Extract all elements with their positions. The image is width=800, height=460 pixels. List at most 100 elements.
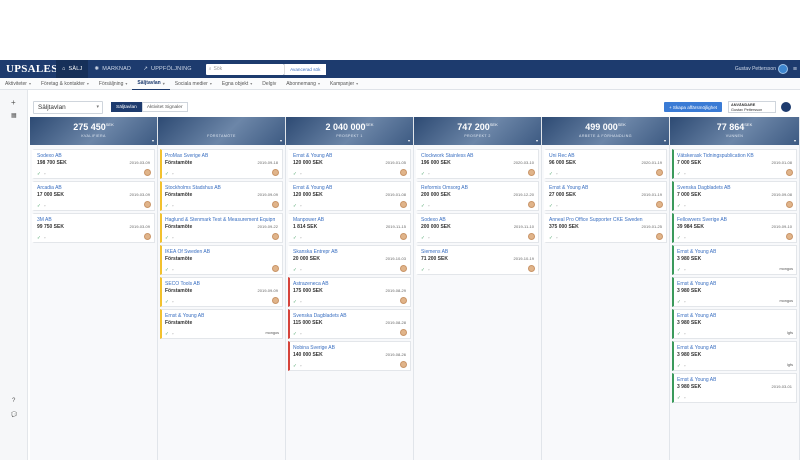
opportunity-card[interactable]: Vätskerask Tidningspublication KB 7 000 S… — [672, 149, 797, 179]
owner-avatar[interactable] — [144, 169, 151, 176]
check-icon[interactable]: ✓ — [37, 203, 42, 208]
check-icon[interactable]: ✓ — [165, 203, 170, 208]
subnav-item-5[interactable]: Egna objekt ▾ — [217, 78, 257, 90]
card-account-name[interactable]: Ernst & Young AB — [549, 185, 588, 191]
calendar-icon[interactable]: ▫ — [556, 171, 559, 176]
calendar-icon[interactable]: ▫ — [300, 235, 303, 240]
calendar-icon[interactable]: ▫ — [300, 267, 303, 272]
check-icon[interactable]: ✓ — [37, 171, 42, 176]
column-header[interactable]: 77 864SEK VUNNEN ▾ — [670, 117, 799, 145]
opportunity-card[interactable]: Stockholms Stadshus AB Förstamöte 2019-09-… — [160, 181, 283, 211]
card-account-name[interactable]: Siemens AB — [421, 249, 448, 255]
opportunity-card[interactable]: Astrazeneca AB 175 000 SEK 2019-08-29 ✓ ▫ — [288, 277, 411, 307]
calendar-icon[interactable]: ▫ — [300, 299, 303, 304]
calendar-icon[interactable]: ▫ — [428, 235, 431, 240]
opportunity-card[interactable]: Ernst & Young AB 120 000 SEK 2019-01-05 ✓ ▫ — [288, 149, 411, 179]
owner-select[interactable]: ANVÄNDARE Gustav Pettersson — [728, 101, 776, 113]
opportunity-card[interactable]: SECO Tools AB Förstamöte 2019-09-09 ✓ ▫ — [160, 277, 283, 307]
card-account-name[interactable]: ProMax Sverige AB — [165, 153, 208, 159]
card-account-name[interactable]: Clockwork Stainless AB — [421, 153, 474, 159]
opportunity-card[interactable]: Manpower AB 1 814 SEK 2019-11-15 ✓ ▫ — [288, 213, 411, 243]
check-icon[interactable]: ✓ — [677, 203, 682, 208]
calendar-icon[interactable]: ▫ — [172, 171, 175, 176]
card-account-name[interactable]: Ernst & Young AB — [165, 313, 204, 319]
owner-avatar[interactable] — [786, 201, 793, 208]
owner-avatar[interactable] — [272, 233, 279, 240]
subnav-item-0[interactable]: Aktiviteter ▾ — [0, 78, 36, 90]
column-header[interactable]: 499 000SEK ARBETE & FÖRHANDLING ▾ — [542, 117, 669, 145]
card-account-name[interactable]: Anneal Pro Office Supporter CKE Sweden — [549, 217, 643, 223]
owner-avatar[interactable] — [272, 265, 279, 272]
view-select[interactable]: Säljtavlan ▾ — [33, 100, 103, 114]
card-account-name[interactable]: IKEA Of Sweden AB — [165, 249, 210, 255]
owner-avatar[interactable] — [400, 265, 407, 272]
check-icon[interactable]: ✓ — [421, 235, 426, 240]
owner-avatar[interactable] — [272, 201, 279, 208]
opportunity-card[interactable]: Uni Rec AB 96 000 SEK 2020-01-19 ✓ ▫ — [544, 149, 667, 179]
search-input[interactable]: ⌕ Sök — [205, 63, 284, 75]
calendar-icon[interactable]: ▫ — [300, 171, 303, 176]
nav-tab-2[interactable]: ↗ UPPFÖLJNING — [137, 60, 198, 78]
opportunity-card[interactable]: Ernst & Young AB 3 980 SEK ✓ ▫ mongos — [672, 277, 797, 307]
calendar-icon[interactable]: ▫ — [684, 171, 687, 176]
subnav-item-2[interactable]: Försäljning ▾ — [94, 78, 132, 90]
opportunity-card[interactable]: Ernst & Young AB Förstamöte ✓ ▫ mongos — [160, 309, 283, 339]
view-tab-0[interactable]: Säljtavlan — [111, 102, 142, 112]
check-icon[interactable]: ✓ — [677, 331, 682, 336]
card-account-name[interactable]: Fellowvers Sverige AB — [677, 217, 727, 223]
check-icon[interactable]: ✓ — [293, 267, 298, 272]
sort-arrow-icon[interactable]: ▾ — [794, 138, 796, 143]
column-header[interactable]: 275 450SEK KVALIFIERA ▾ — [30, 117, 157, 145]
check-icon[interactable]: ✓ — [37, 235, 42, 240]
sort-arrow-icon[interactable]: ▾ — [280, 138, 282, 143]
card-account-name[interactable]: Skanska Entrepr AB — [293, 249, 338, 255]
calendar-icon[interactable]: ▫ — [684, 235, 687, 240]
owner-avatar[interactable] — [528, 201, 535, 208]
opportunity-card[interactable]: Ernst & Young AB 120 000 SEK 2019-01-08 ✓ ▫ — [288, 181, 411, 211]
owner-avatar[interactable] — [400, 361, 407, 368]
owner-avatar[interactable] — [400, 169, 407, 176]
check-icon[interactable]: ✓ — [677, 267, 682, 272]
owner-avatar[interactable] — [528, 265, 535, 272]
subnav-item-8[interactable]: Kampanjer ▾ — [325, 78, 363, 90]
owner-avatar[interactable] — [400, 201, 407, 208]
opportunity-card[interactable]: Ernst & Young AB 3 980 SEK ✓ ▫ lgfs — [672, 309, 797, 339]
calendar-icon[interactable]: ▫ — [556, 235, 559, 240]
column-header[interactable]: FÖRSTAMÖTE ▾ — [158, 117, 285, 145]
owner-avatar[interactable] — [656, 233, 663, 240]
help-icon[interactable]: ? — [12, 398, 15, 404]
opportunity-card[interactable]: Skanska Entrepr AB 20 000 SEK 2019-10-03 ✓ … — [288, 245, 411, 275]
owner-avatar[interactable] — [656, 169, 663, 176]
card-account-name[interactable]: Svenska Dagbladets AB — [293, 313, 347, 319]
calendar-icon[interactable]: ▫ — [172, 267, 175, 272]
owner-avatar[interactable] — [144, 201, 151, 208]
subnav-item-7[interactable]: Abonnemang ▾ — [281, 78, 325, 90]
check-icon[interactable]: ✓ — [165, 171, 170, 176]
calendar-icon[interactable]: ▫ — [684, 363, 687, 368]
check-icon[interactable]: ✓ — [293, 331, 298, 336]
column-header[interactable]: 2 040 000SEK PROSPEKT 1 ▾ — [286, 117, 413, 145]
check-icon[interactable]: ✓ — [677, 395, 682, 400]
opportunity-card[interactable]: ProMax Sverige AB Förstamöte 2019-09-18 ✓ ▫ — [160, 149, 283, 179]
check-icon[interactable]: ✓ — [165, 299, 170, 304]
card-account-name[interactable]: Nobina Sverige AB — [293, 345, 335, 351]
check-icon[interactable]: ✓ — [293, 171, 298, 176]
card-account-name[interactable]: Sodexo AB — [37, 153, 62, 159]
opportunity-card[interactable]: Svenska Dagbladets AB 115 000 SEK 2019-08-… — [288, 309, 411, 339]
calendar-icon[interactable]: ▫ — [172, 203, 175, 208]
card-account-name[interactable]: Ernst & Young AB — [677, 249, 716, 255]
check-icon[interactable]: ✓ — [165, 331, 170, 336]
check-icon[interactable]: ✓ — [421, 203, 426, 208]
chat-icon[interactable]: 💬 — [11, 412, 17, 418]
calendar-icon[interactable]: ▫ — [684, 203, 687, 208]
calendar-icon[interactable]: ▫ — [44, 171, 47, 176]
card-account-name[interactable]: Ernst & Young AB — [677, 345, 716, 351]
card-account-name[interactable]: Arcadia AB — [37, 185, 62, 191]
check-icon[interactable]: ✓ — [165, 267, 170, 272]
owner-avatar[interactable] — [528, 233, 535, 240]
opportunity-card[interactable]: Svenska Dagbladets AB 7 000 SEK 2019-09-08… — [672, 181, 797, 211]
opportunity-card[interactable]: Clockwork Stainless AB 196 000 SEK 2020-03… — [416, 149, 539, 179]
owner-avatar[interactable] — [786, 233, 793, 240]
opportunity-card[interactable]: Arcadia AB 17 000 SEK 2019-03-09 ✓ ▫ — [32, 181, 155, 211]
sort-arrow-icon[interactable]: ▾ — [408, 138, 410, 143]
